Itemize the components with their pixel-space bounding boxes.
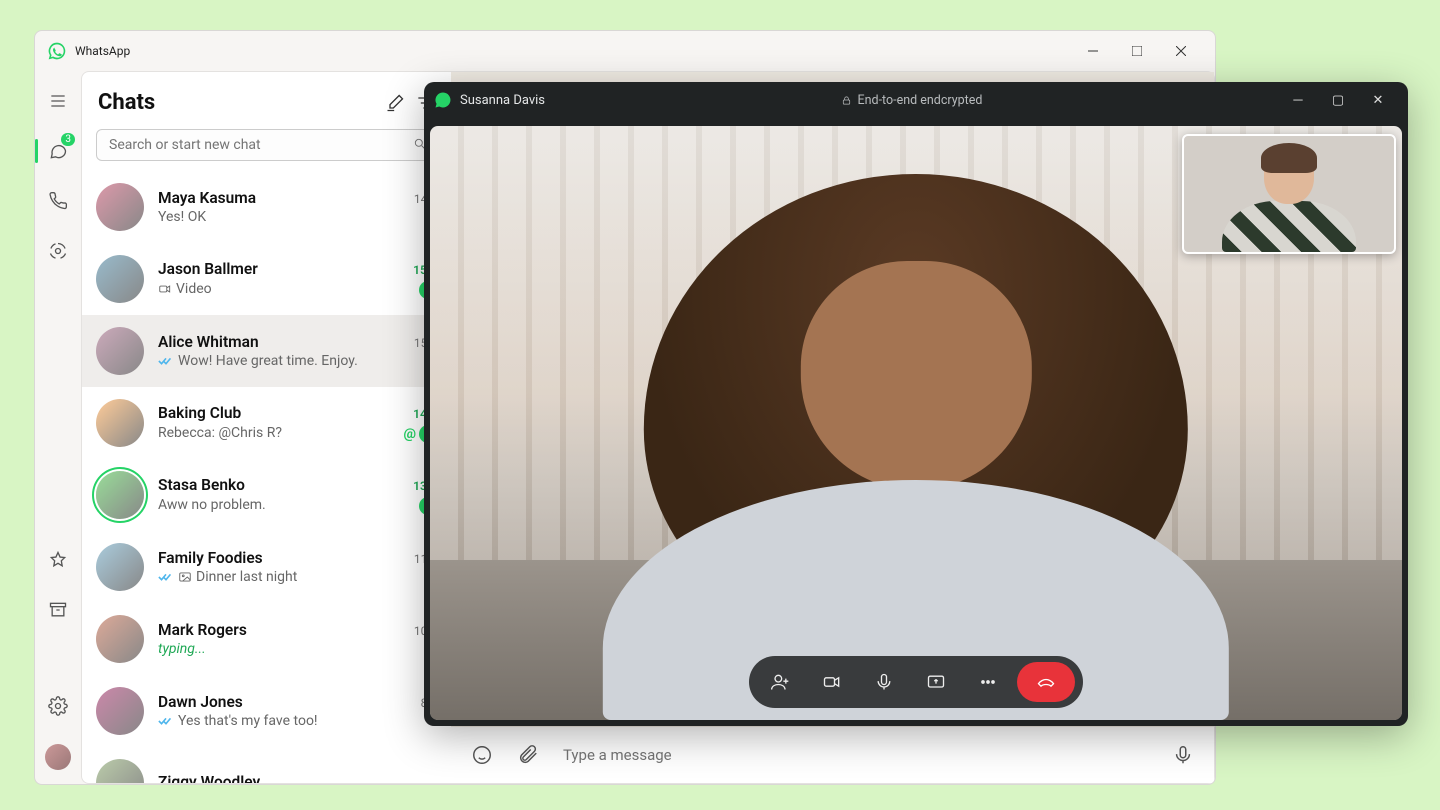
app-title: WhatsApp — [75, 44, 130, 58]
chat-preview: Yes that's my fave too! — [178, 713, 318, 729]
chat-name: Mark Rogers — [158, 621, 247, 639]
message-input[interactable] — [563, 746, 1148, 764]
archive-icon — [48, 600, 68, 620]
more-icon — [978, 672, 998, 692]
chat-avatar — [96, 327, 144, 375]
chat-preview: Yes! OK — [158, 209, 206, 225]
maximize-button[interactable] — [1115, 36, 1159, 66]
chat-avatar — [96, 255, 144, 303]
chat-preview: typing... — [158, 641, 206, 657]
attach-icon[interactable] — [517, 744, 539, 766]
encryption-label: End-to-end endcrypted — [545, 93, 1278, 108]
mic-icon[interactable] — [1172, 744, 1194, 766]
call-window: Susanna Davis End-to-end endcrypted ─ ▢ … — [424, 82, 1408, 726]
toggle-video-button[interactable] — [809, 662, 855, 702]
whatsapp-logo-icon — [434, 91, 452, 109]
phone-icon — [48, 191, 68, 211]
nav-status[interactable] — [35, 239, 81, 263]
chat-name: Jason Ballmer — [158, 260, 258, 278]
hangup-icon — [1036, 672, 1056, 692]
chat-item[interactable]: Dawn Jones8:3 Yes that's my fave too! — [82, 675, 451, 747]
search-input[interactable] — [96, 129, 437, 161]
chat-avatar — [96, 759, 144, 783]
chat-item[interactable]: Mark Rogers10:5 typing... — [82, 603, 451, 675]
nav-starred[interactable] — [35, 548, 81, 572]
chat-avatar — [96, 615, 144, 663]
self-video-pip[interactable] — [1182, 134, 1396, 254]
chat-item[interactable]: Jason Ballmer15:2 Video — [82, 243, 451, 315]
whatsapp-logo-icon — [47, 41, 67, 61]
more-options-button[interactable] — [965, 662, 1011, 702]
call-minimize-button[interactable]: ─ — [1278, 92, 1318, 108]
titlebar: WhatsApp — [35, 31, 1215, 71]
chat-preview: Wow! Have great time. Enjoy. — [178, 353, 358, 369]
read-check-icon — [158, 715, 174, 727]
nav-chats[interactable]: 3 — [35, 139, 81, 163]
image-icon — [178, 570, 192, 584]
read-check-icon — [158, 571, 174, 583]
video-icon — [822, 672, 842, 692]
chat-preview: Aww no problem. — [158, 497, 266, 513]
chat-item[interactable]: Alice Whitman15:1 Wow! Have great time. … — [82, 315, 451, 387]
chat-avatar — [96, 687, 144, 735]
video-icon — [158, 282, 172, 296]
chat-preview: Dinner last night — [196, 569, 297, 585]
chat-name: Alice Whitman — [158, 333, 259, 351]
status-icon — [48, 241, 68, 261]
chat-avatar — [96, 471, 144, 519]
hangup-button[interactable] — [1017, 662, 1075, 702]
call-titlebar: Susanna Davis End-to-end endcrypted ─ ▢ … — [424, 82, 1408, 118]
chat-preview: Video — [176, 281, 212, 297]
toggle-mic-button[interactable] — [861, 662, 907, 702]
nav-rail: 3 — [35, 71, 81, 784]
chat-name: Baking Club — [158, 404, 241, 422]
lock-icon — [841, 95, 852, 106]
share-screen-icon — [926, 672, 946, 692]
profile-avatar[interactable] — [45, 744, 71, 770]
chats-sidebar: Chats Maya Kasuma14:5 Yes! OK Jason Ball… — [81, 71, 451, 784]
minimize-button[interactable] — [1071, 36, 1115, 66]
chat-avatar — [96, 183, 144, 231]
message-input-bar — [451, 727, 1214, 783]
close-button[interactable] — [1159, 36, 1203, 66]
mic-icon — [874, 672, 894, 692]
call-controls — [749, 656, 1083, 708]
chat-name: Ziggy Woodley — [158, 773, 260, 784]
chat-item[interactable]: Family Foodies11:2 Dinner last night — [82, 531, 451, 603]
new-chat-icon[interactable] — [385, 93, 405, 113]
chat-item[interactable]: Maya Kasuma14:5 Yes! OK — [82, 171, 451, 243]
chats-badge: 3 — [61, 133, 75, 146]
nav-settings[interactable] — [35, 694, 81, 718]
chat-name: Stasa Benko — [158, 476, 245, 494]
chat-avatar — [96, 399, 144, 447]
chat-item[interactable]: Stasa Benko13:5 Aww no problem. — [82, 459, 451, 531]
chat-name: Maya Kasuma — [158, 189, 256, 207]
chat-item[interactable]: Ziggy Woodley — [82, 747, 451, 783]
emoji-icon[interactable] — [471, 744, 493, 766]
chat-item[interactable]: Baking Club14:4 Rebecca: @Chris R? @ — [82, 387, 451, 459]
add-participant-button[interactable] — [757, 662, 803, 702]
nav-archive[interactable] — [35, 598, 81, 622]
mention-icon: @ — [403, 426, 416, 442]
search-container — [96, 129, 437, 161]
read-check-icon — [158, 355, 174, 367]
call-close-button[interactable]: ✕ — [1358, 93, 1398, 108]
nav-menu[interactable] — [35, 89, 81, 113]
chat-preview: Rebecca: @Chris R? — [158, 425, 282, 441]
chat-avatar — [96, 543, 144, 591]
gear-icon — [48, 696, 68, 716]
chats-title: Chats — [98, 90, 375, 115]
call-maximize-button[interactable]: ▢ — [1318, 93, 1358, 108]
share-screen-button[interactable] — [913, 662, 959, 702]
call-contact-name: Susanna Davis — [460, 93, 545, 108]
nav-calls[interactable] — [35, 189, 81, 213]
chat-list: Maya Kasuma14:5 Yes! OK Jason Ballmer15:… — [82, 171, 451, 783]
chat-name: Family Foodies — [158, 549, 263, 567]
menu-icon — [48, 91, 68, 111]
add-person-icon — [770, 672, 790, 692]
chat-name: Dawn Jones — [158, 693, 243, 711]
star-icon — [48, 550, 68, 570]
